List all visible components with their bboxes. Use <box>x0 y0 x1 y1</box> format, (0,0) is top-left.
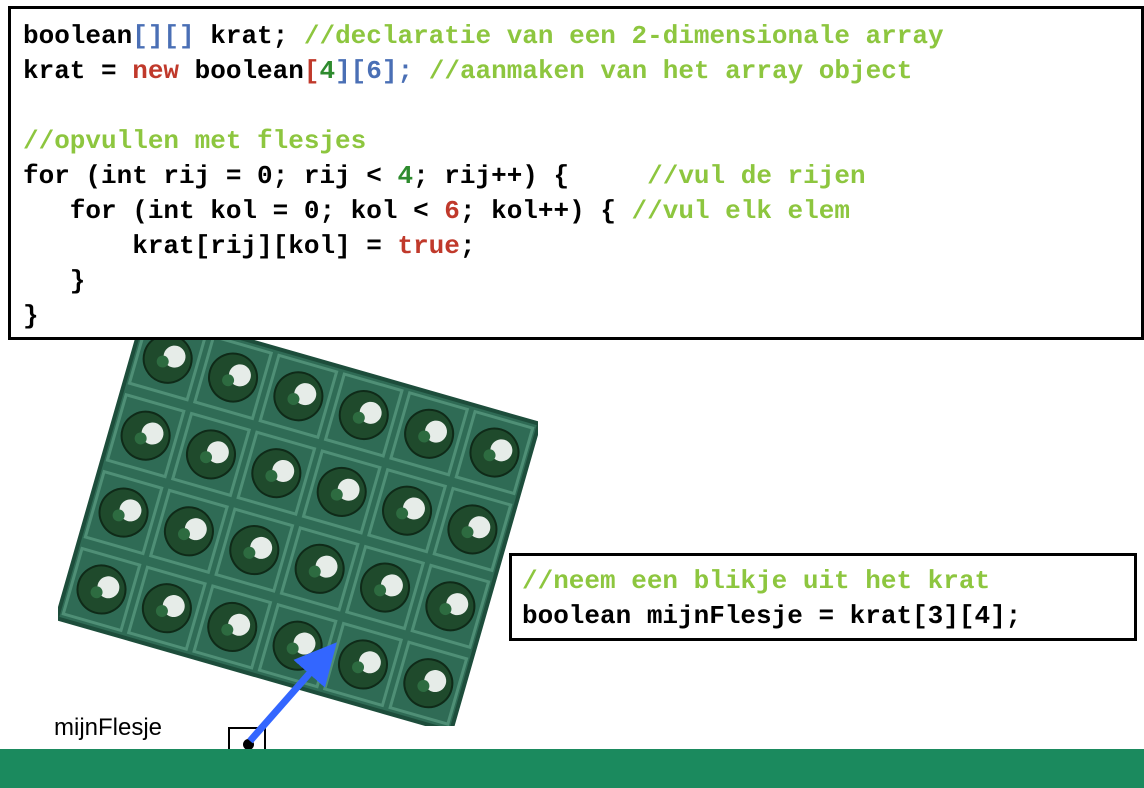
code-token: ] <box>381 56 398 86</box>
code-token: ; <box>397 56 429 86</box>
code-line: for (int rij = 0; rij < 4; rij++) { //vu… <box>23 159 1141 194</box>
code-comment: //declaratie van een 2-dimensionale arra… <box>303 21 944 51</box>
code-token: for (int kol = 0; kol < <box>23 196 445 226</box>
bottle-crate-image <box>58 316 538 726</box>
code-token: } <box>23 266 86 296</box>
code-line: krat[rij][kol] = true; <box>23 229 1141 264</box>
code-token: krat = <box>23 56 133 86</box>
code-token: [ <box>303 56 320 86</box>
code-line: boolean mijnFlesje = krat[3][4]; <box>522 601 1022 631</box>
code-comment: //vul de rijen <box>647 161 866 191</box>
code-token: ; <box>459 231 476 261</box>
code-comment: //neem een blikje uit het krat <box>522 566 991 596</box>
code-token: boolean <box>179 56 304 86</box>
code-keyword: true <box>397 231 460 261</box>
footer-bar <box>0 749 1144 788</box>
code-line: } <box>23 264 1141 299</box>
code-block-access: //neem een blikje uit het krat boolean m… <box>509 553 1137 641</box>
code-token: ; rij++) { <box>413 161 648 191</box>
code-token: krat[rij][kol] = <box>23 231 398 261</box>
code-comment: //opvullen met flesjes <box>23 126 367 156</box>
code-number: 4 <box>397 161 414 191</box>
code-token: krat; <box>194 21 304 51</box>
code-comment: //aanmaken van het array object <box>428 56 913 86</box>
code-number: 4 <box>319 56 336 86</box>
code-line: //opvullen met flesjes <box>23 124 1141 159</box>
variable-label: mijnFlesje <box>54 714 163 741</box>
code-line: krat = new boolean[4][6]; //aanmaken van… <box>23 54 1141 89</box>
code-token: } <box>23 301 39 331</box>
code-line: boolean[][] krat; //declaratie van een 2… <box>23 19 1141 54</box>
code-token: boolean <box>23 21 133 51</box>
code-number: 6 <box>444 196 460 226</box>
code-token: for (int rij = 0; rij < <box>23 161 398 191</box>
code-comment: //vul elk elem <box>631 196 850 226</box>
code-token: ][ <box>335 56 367 86</box>
code-number: 6 <box>366 56 382 86</box>
code-line: } <box>23 299 1141 334</box>
code-keyword: new <box>132 56 180 86</box>
code-block-main: boolean[][] krat; //declaratie van een 2… <box>8 6 1144 340</box>
code-line: for (int kol = 0; kol < 6; kol++) { //vu… <box>23 194 1141 229</box>
code-token: ; kol++) { <box>459 196 632 226</box>
code-token: [][] <box>132 21 195 51</box>
